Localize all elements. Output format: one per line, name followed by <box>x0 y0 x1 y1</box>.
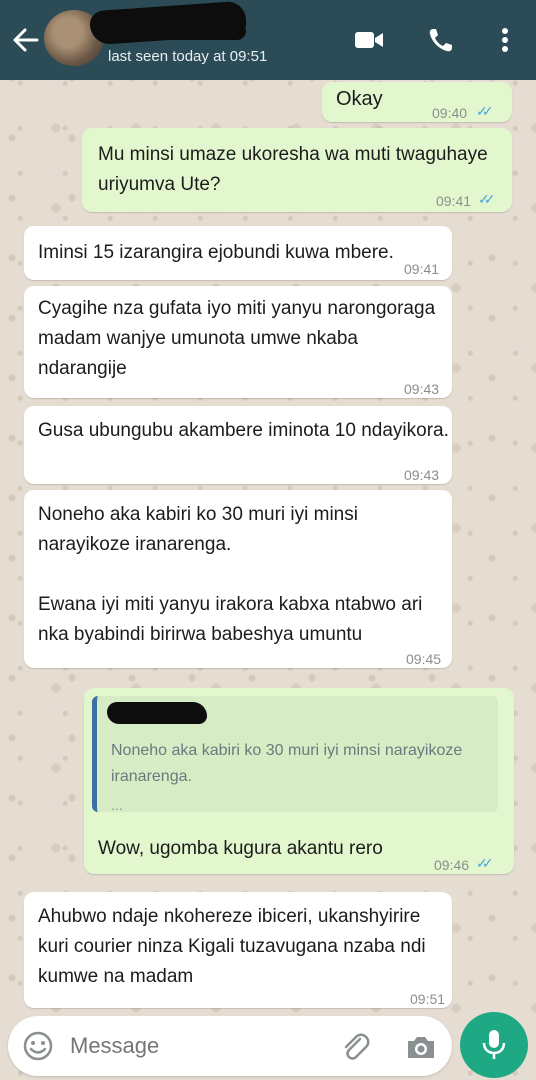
message-time: 09:45 <box>406 651 442 667</box>
message-outgoing[interactable]: Okay 09:40 ✓✓ <box>322 82 512 122</box>
chat-header: last seen today at 09:51 <box>0 0 536 80</box>
message-text: Wow, ugomba kugura akantu rero <box>98 838 383 859</box>
message-incoming[interactable]: Gusa ubungubu akambere iminota 10 ndayik… <box>24 406 452 484</box>
message-input-bar <box>8 1016 452 1076</box>
mic-button[interactable] <box>460 1012 528 1078</box>
read-ticks-icon: ✓✓ <box>476 855 494 871</box>
quoted-message[interactable]: Noneho aka kabiri ko 30 muri iyi minsi n… <box>92 696 498 813</box>
read-ticks-icon: ✓✓ <box>476 103 494 119</box>
quoted-text: Noneho aka kabiri ko 30 muri iyi minsi n… <box>111 742 463 785</box>
message-text: Gusa ubungubu akambere iminota 10 ndayik… <box>38 420 449 441</box>
camera-icon[interactable] <box>404 1030 438 1064</box>
last-seen-status: last seen today at 09:51 <box>108 48 268 65</box>
quoted-sender-redacted <box>107 702 207 724</box>
message-time: 09:46 <box>434 857 470 873</box>
message-text: Cyagihe nza gufata iyo miti yanyu narong… <box>38 298 436 379</box>
mic-icon <box>482 1030 506 1059</box>
message-time: 09:40 <box>432 105 468 121</box>
more-menu-icon[interactable] <box>488 24 522 56</box>
message-time: 09:43 <box>404 467 440 483</box>
message-incoming[interactable]: Cyagihe nza gufata iyo miti yanyu narong… <box>24 286 452 398</box>
message-incoming[interactable]: Ahubwo ndaje nkohereze ibiceri, ukanshyi… <box>24 892 452 1008</box>
message-incoming[interactable]: Iminsi 15 izarangira ejobundi kuwa mbere… <box>24 226 452 280</box>
read-ticks-icon: ✓✓ <box>478 191 496 207</box>
contact-name-redacted-extra <box>150 22 246 40</box>
message-text: Iminsi 15 izarangira ejobundi kuwa mbere… <box>38 242 394 263</box>
message-incoming[interactable]: Noneho aka kabiri ko 30 muri iyi minsi n… <box>24 490 452 668</box>
emoji-icon[interactable] <box>22 1030 54 1062</box>
message-input[interactable] <box>70 1032 270 1060</box>
message-time: 09:41 <box>436 193 472 209</box>
message-time: 09:43 <box>404 381 440 397</box>
message-outgoing[interactable]: Mu minsi umaze ukoresha wa muti twaguhay… <box>82 128 512 212</box>
message-text: Mu minsi umaze ukoresha wa muti twaguhay… <box>98 144 488 195</box>
message-time: 09:41 <box>404 261 440 277</box>
message-text: Okay <box>336 88 383 110</box>
video-call-icon[interactable] <box>352 24 386 56</box>
phone-icon[interactable] <box>424 24 458 56</box>
back-arrow-icon[interactable] <box>10 22 40 58</box>
message-outgoing-reply[interactable]: Noneho aka kabiri ko 30 muri iyi minsi n… <box>84 688 514 874</box>
message-text: Noneho aka kabiri ko 30 muri iyi minsi n… <box>38 504 423 645</box>
message-text: Ahubwo ndaje nkohereze ibiceri, ukanshyi… <box>38 906 426 987</box>
message-time: 09:51 <box>410 991 446 1007</box>
quoted-more: ... <box>111 797 123 813</box>
attach-icon[interactable] <box>338 1030 372 1064</box>
